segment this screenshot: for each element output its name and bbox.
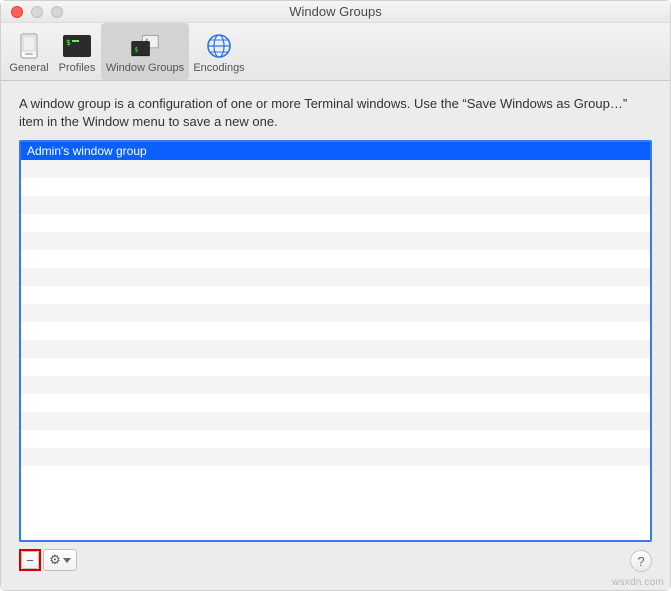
remove-button-highlight: − [19, 549, 41, 571]
list-item[interactable] [21, 160, 650, 178]
list-item[interactable] [21, 340, 650, 358]
gear-icon: ⚙ [49, 552, 61, 568]
help-button[interactable]: ? [630, 550, 652, 572]
window-groups-list[interactable]: Admin's window group [19, 140, 652, 542]
help-icon: ? [637, 554, 644, 569]
content-area: A window group is a configuration of one… [1, 81, 670, 590]
minus-icon: − [26, 553, 34, 568]
list-item[interactable] [21, 358, 650, 376]
actions-menu-button[interactable]: ⚙ [43, 549, 77, 571]
tab-label: Encodings [193, 62, 244, 74]
tab-label: General [9, 62, 48, 74]
list-item[interactable]: Admin's window group [21, 142, 650, 160]
list-item[interactable] [21, 196, 650, 214]
list-item[interactable] [21, 268, 650, 286]
list-item-label: Admin's window group [27, 144, 147, 158]
tab-general[interactable]: General [5, 23, 53, 80]
window-title: Window Groups [289, 4, 381, 19]
list-item[interactable] [21, 232, 650, 250]
titlebar: Window Groups [1, 1, 670, 23]
zoom-window-button[interactable] [51, 6, 63, 18]
profiles-icon: $ [62, 32, 92, 60]
general-icon [14, 32, 44, 60]
list-item[interactable] [21, 394, 650, 412]
traffic-lights [11, 6, 63, 18]
list-item[interactable] [21, 412, 650, 430]
chevron-down-icon [63, 558, 71, 563]
list-footer: − ⚙ [19, 548, 652, 572]
tab-label: Window Groups [106, 62, 184, 74]
description-text: A window group is a configuration of one… [19, 95, 652, 130]
svg-text:$: $ [66, 38, 71, 47]
list-item[interactable] [21, 466, 650, 484]
minimize-window-button[interactable] [31, 6, 43, 18]
list-item[interactable] [21, 250, 650, 268]
list-item[interactable] [21, 448, 650, 466]
tab-label: Profiles [59, 62, 96, 74]
tab-profiles[interactable]: $ Profiles [53, 23, 101, 80]
close-window-button[interactable] [11, 6, 23, 18]
window-groups-icon: $ $ [130, 32, 160, 60]
list-item[interactable] [21, 430, 650, 448]
tab-window-groups[interactable]: $ $ Window Groups [101, 23, 189, 80]
tab-encodings[interactable]: Encodings [189, 23, 249, 80]
encodings-icon [204, 32, 234, 60]
preferences-toolbar: General $ Profiles $ $ Windo [1, 23, 670, 81]
watermark: wsxdn.com [612, 577, 664, 588]
list-scroll[interactable]: Admin's window group [21, 142, 650, 540]
preferences-window: Window Groups General $ Profiles [0, 0, 671, 591]
list-item[interactable] [21, 304, 650, 322]
list-item[interactable] [21, 178, 650, 196]
list-item[interactable] [21, 322, 650, 340]
list-item[interactable] [21, 214, 650, 232]
list-item[interactable] [21, 376, 650, 394]
remove-button[interactable]: − [21, 551, 39, 569]
list-item[interactable] [21, 286, 650, 304]
svg-text:$: $ [134, 46, 138, 53]
